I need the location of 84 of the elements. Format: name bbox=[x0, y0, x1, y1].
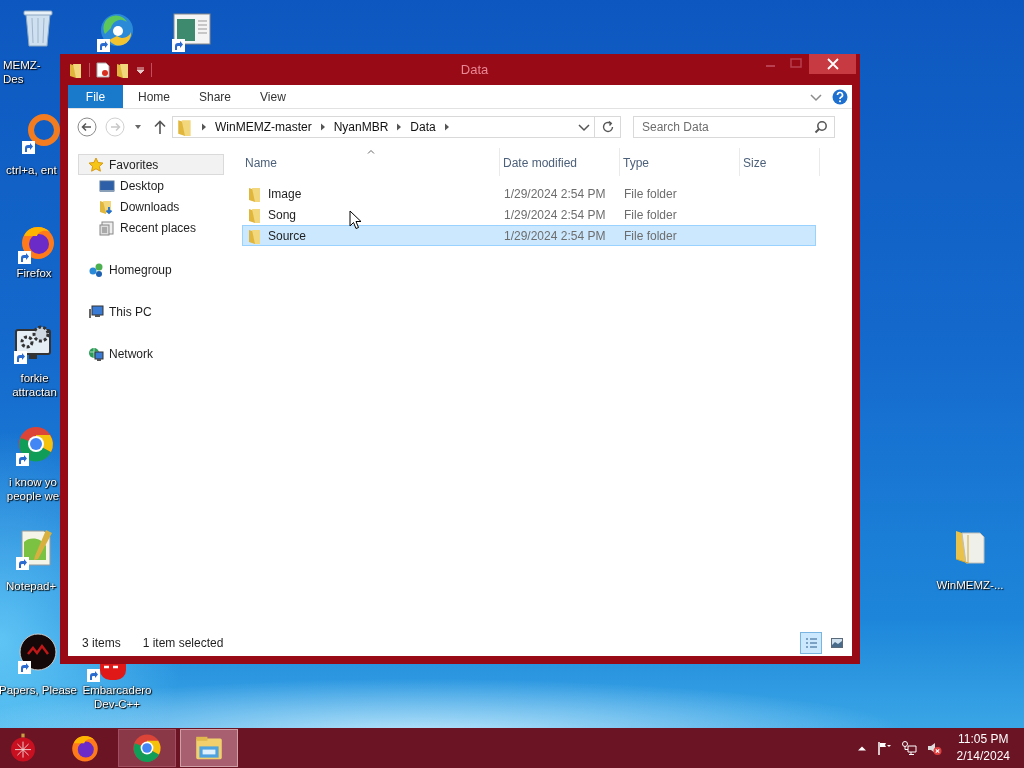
network-icon bbox=[88, 345, 104, 362]
app-icon[interactable] bbox=[100, 664, 127, 680]
back-button[interactable] bbox=[77, 117, 97, 137]
expand-ribbon-icon[interactable] bbox=[810, 91, 822, 102]
icon-label[interactable]: MEMZ-Des bbox=[3, 58, 59, 86]
tricolor-circle-icon[interactable] bbox=[16, 424, 56, 464]
search-icon[interactable] bbox=[814, 120, 828, 134]
taskbar-button[interactable] bbox=[118, 729, 176, 767]
up-arrow-icon[interactable] bbox=[153, 119, 167, 135]
ribbon-tab[interactable]: Share bbox=[185, 85, 247, 108]
column-header[interactable]: Name bbox=[242, 148, 500, 176]
taskbar-button[interactable] bbox=[180, 729, 238, 767]
breadcrumb[interactable]: WinMEMZ-master bbox=[215, 120, 312, 134]
network-icon[interactable] bbox=[900, 740, 917, 756]
nav-item[interactable]: Desktop bbox=[78, 175, 224, 196]
clock[interactable]: 11:05 PM 2/14/2024 bbox=[956, 731, 1010, 765]
image-icon bbox=[829, 635, 845, 651]
close-icon bbox=[826, 58, 839, 70]
breadcrumb[interactable]: Data bbox=[410, 120, 436, 134]
folder-icon bbox=[248, 227, 262, 244]
icon-label[interactable]: ctrl+a, ent bbox=[6, 163, 60, 177]
column-header[interactable]: Type bbox=[620, 148, 740, 176]
icon-label[interactable]: WinMEMZ-... bbox=[928, 578, 1012, 592]
folder-icon bbox=[248, 185, 262, 202]
chevron-icon[interactable] bbox=[442, 122, 451, 132]
recent-places-icon bbox=[99, 219, 115, 236]
folder-icon[interactable] bbox=[69, 61, 83, 78]
list-icon bbox=[803, 635, 819, 651]
properties-icon[interactable] bbox=[96, 61, 110, 78]
nav-item[interactable]: Downloads bbox=[78, 196, 224, 217]
file-row[interactable]: Song 1/29/2024 2:54 PM File folder bbox=[242, 204, 816, 225]
file-menu-button[interactable]: File bbox=[68, 85, 123, 108]
selection-count: 1 item selected bbox=[142, 636, 224, 650]
disc-icon[interactable] bbox=[18, 632, 58, 672]
breadcrumb[interactable]: NyanMBR bbox=[333, 120, 389, 134]
search-field[interactable]: Search Data bbox=[633, 116, 835, 138]
address-bar[interactable]: WinMEMZ-master NyanMBR Data bbox=[172, 116, 595, 138]
window-title: Data bbox=[459, 62, 490, 77]
tricolor-circle-icon bbox=[131, 732, 163, 764]
type-text: File folder bbox=[624, 186, 677, 201]
nav-item[interactable]: Network bbox=[78, 343, 224, 364]
type-text: File folder bbox=[624, 228, 677, 243]
nav-item[interactable]: Favorites bbox=[78, 154, 224, 175]
column-header[interactable]: Date modified bbox=[500, 148, 620, 176]
refresh-button[interactable] bbox=[595, 116, 621, 138]
homegroup-icon bbox=[88, 261, 104, 278]
downloads-icon bbox=[99, 198, 115, 215]
folder-icon bbox=[248, 206, 262, 223]
close-button[interactable] bbox=[809, 54, 856, 74]
file-name: Image bbox=[268, 186, 302, 201]
flag-icon[interactable] bbox=[875, 740, 892, 756]
icon-label[interactable]: Firefox bbox=[8, 266, 60, 280]
star-icon bbox=[88, 156, 104, 173]
help-icon[interactable] bbox=[832, 88, 848, 105]
recent-locations-icon[interactable] bbox=[133, 123, 143, 131]
dropdown-icon[interactable] bbox=[136, 65, 145, 74]
nav-item[interactable]: Recent places bbox=[78, 217, 224, 238]
file-name: Source bbox=[268, 228, 307, 243]
chevron-icon[interactable] bbox=[318, 122, 327, 132]
date-text: 1/29/2024 2:54 PM bbox=[504, 186, 606, 201]
refresh-icon bbox=[600, 120, 615, 134]
file-row[interactable]: Source 1/29/2024 2:54 PM File folder bbox=[242, 225, 816, 246]
type-text: File folder bbox=[624, 207, 677, 222]
speaker-icon[interactable] bbox=[925, 740, 942, 756]
date-text: 1/29/2024 2:54 PM bbox=[504, 228, 606, 243]
new-folder-icon[interactable] bbox=[116, 61, 130, 78]
show-hidden-icon[interactable] bbox=[856, 744, 867, 752]
dropdown-icon[interactable] bbox=[578, 122, 590, 132]
monitor-icon bbox=[99, 177, 115, 194]
chevron-icon[interactable] bbox=[200, 122, 208, 132]
nav-item[interactable]: This PC bbox=[78, 301, 224, 322]
cursor-icon bbox=[349, 210, 362, 230]
file-name: Song bbox=[268, 207, 297, 222]
ribbon-tab[interactable]: View bbox=[246, 85, 301, 108]
file-row[interactable]: Image 1/29/2024 2:54 PM File folder bbox=[242, 183, 816, 204]
monitor-icon bbox=[88, 303, 104, 320]
nav-item[interactable]: Homegroup bbox=[78, 259, 224, 280]
icon-label[interactable]: i know yo people we bbox=[6, 475, 60, 503]
column-header[interactable]: Size bbox=[740, 148, 820, 176]
folder-icon bbox=[177, 118, 193, 136]
icon-label[interactable]: forkie attractan bbox=[9, 371, 60, 399]
item-count: 3 items bbox=[82, 636, 121, 650]
date-text: 1/29/2024 2:54 PM bbox=[504, 207, 606, 222]
ribbon-tab[interactable]: Home bbox=[123, 85, 185, 108]
